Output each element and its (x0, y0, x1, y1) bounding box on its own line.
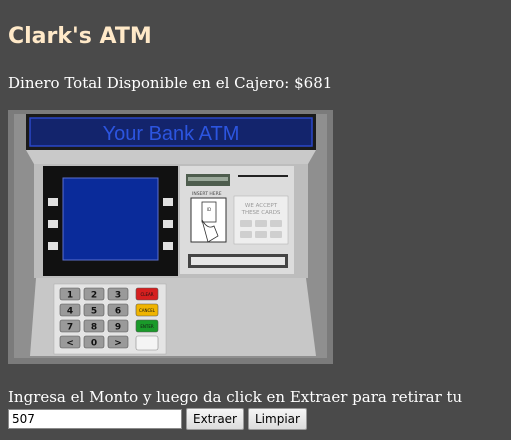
insert-here-label: INSERT HERE (192, 191, 222, 197)
keypad-key-label-11: > (114, 339, 122, 349)
clear-button[interactable]: Limpiar (248, 408, 307, 430)
screen-side-button-r3 (163, 242, 173, 250)
amount-input[interactable] (8, 409, 182, 429)
total-available-label: Dinero Total Disponible en el Cajero: $6… (8, 74, 333, 92)
keypad-side-key-label-1: CANCEL (139, 308, 156, 313)
keypad-key-label-6: 7 (67, 323, 73, 333)
atm-image: Your Bank ATM INSERT HERE ID WE ACCEPT T… (8, 110, 333, 364)
extract-button[interactable]: Extraer (186, 408, 244, 430)
keypad-key-label-7: 8 (91, 323, 97, 333)
keypad-key-label-5: 6 (115, 307, 121, 317)
keypad-side-key-label-2: ENTER (140, 324, 153, 329)
keypad-key-label-10: 0 (91, 339, 97, 349)
accept-line2: THESE CARDS (241, 210, 281, 216)
keypad-key-label-8: 9 (115, 323, 121, 333)
withdraw-form: Extraer Limpiar (8, 408, 307, 430)
accept-line1: WE ACCEPT (245, 203, 278, 209)
screen-side-button-l2 (48, 220, 58, 228)
screen-side-button-l3 (48, 242, 58, 250)
screen-side-button-r2 (163, 220, 173, 228)
screen-side-button-l1 (48, 198, 58, 206)
keypad-key-label-2: 3 (115, 291, 121, 301)
page-title: Clark's ATM (8, 24, 152, 49)
card-id-label: ID (207, 207, 211, 212)
keypad-blank-key (135, 335, 159, 351)
keypad-key-label-3: 4 (67, 307, 73, 317)
keypad-key-label-4: 5 (91, 307, 97, 317)
keypad-side-key-label-0: CLEAR (140, 292, 153, 297)
keypad-key-label-9: < (66, 339, 74, 349)
keypad-key-label-0: 1 (67, 291, 73, 301)
atm-screen (62, 177, 159, 261)
screen-side-button-r1 (163, 198, 173, 206)
atm-header-text: Your Bank ATM (103, 123, 240, 145)
keypad-key-label-1: 2 (91, 291, 97, 301)
